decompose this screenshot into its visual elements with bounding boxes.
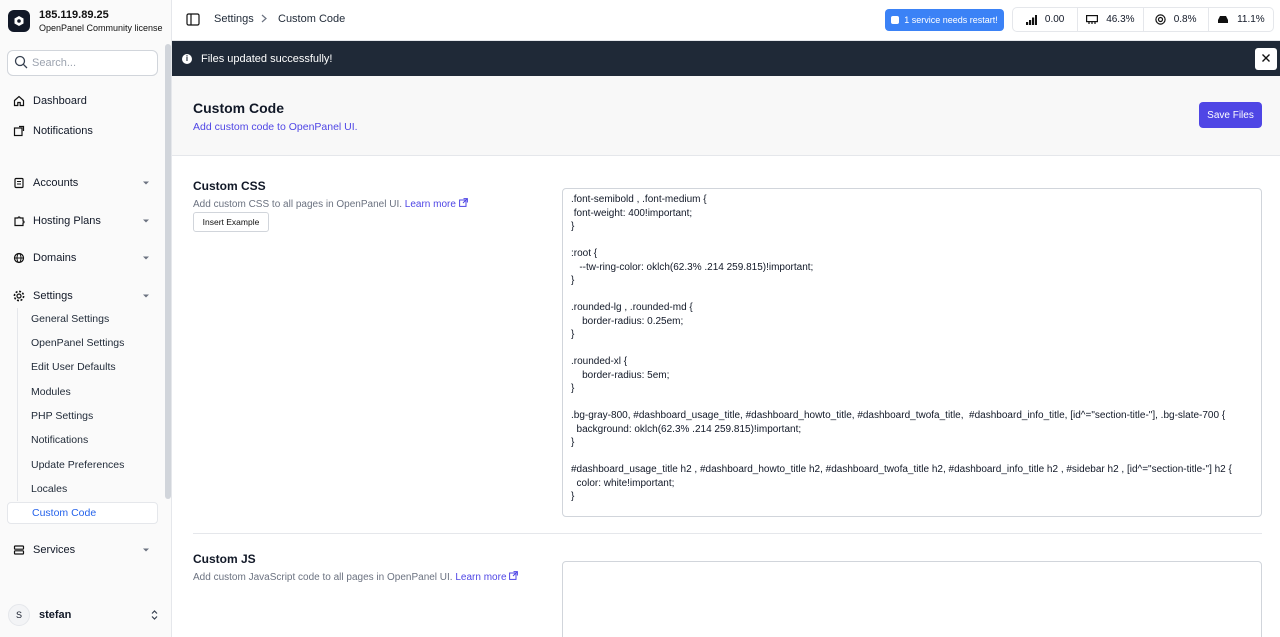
subnav-item-modules[interactable]: Modules — [24, 381, 158, 403]
subnav-item-php-settings[interactable]: PHP Settings — [24, 405, 158, 427]
learn-more-link[interactable]: Learn more — [404, 198, 468, 210]
chevron-right-icon — [261, 14, 267, 26]
sidebar-item-label: Domains — [33, 252, 77, 264]
learn-more-label: Learn more — [455, 572, 507, 583]
load-bars-icon — [1025, 14, 1037, 25]
license-label: OpenPanel Community license — [39, 23, 163, 33]
restart-icon — [891, 16, 900, 24]
sidebar-item-accounts[interactable]: Accounts — [8, 170, 158, 196]
external-link-icon — [458, 198, 468, 210]
chevron-down-icon — [142, 178, 150, 190]
brand[interactable]: 185.119.89.25 OpenPanel Community licens… — [8, 6, 168, 36]
custom-js-editor[interactable] — [562, 561, 1262, 637]
home-icon — [13, 95, 25, 107]
sidebar-item-label: Notifications — [33, 125, 93, 137]
stat-value: 0.00 — [1044, 14, 1065, 25]
external-link-icon — [13, 125, 25, 137]
subnav-item-general-settings[interactable]: General Settings — [24, 308, 158, 330]
learn-more-label: Learn more — [404, 199, 456, 210]
subnav-item-update-preferences[interactable]: Update Preferences — [24, 454, 158, 476]
page-title: Custom Code — [193, 100, 284, 116]
insert-example-button[interactable]: Insert Example — [193, 212, 269, 232]
custom-js-title: Custom JS — [193, 552, 256, 566]
sidebar-item-label: Hosting Plans — [33, 215, 101, 227]
subnav-item-edit-user-defaults[interactable]: Edit User Defaults — [24, 356, 158, 378]
external-link-icon — [509, 571, 519, 583]
user-name: stefan — [39, 609, 72, 621]
breadcrumb-current: Custom Code — [278, 13, 346, 25]
sidebar-item-services[interactable]: Services — [8, 537, 158, 563]
subnav-item-custom-code[interactable]: Custom Code — [7, 502, 158, 524]
alert-message: Files updated successfully! — [201, 52, 333, 65]
puzzle-icon — [13, 215, 25, 227]
gear-icon — [13, 290, 25, 302]
chevron-down-icon — [142, 216, 150, 228]
restart-service-button[interactable]: 1 service needs restart! — [885, 9, 1004, 31]
stat-value: 46.3% — [1106, 14, 1135, 25]
layers-icon — [13, 544, 25, 556]
top-bar: Settings Custom Code 1 service needs res… — [172, 0, 1280, 41]
custom-js-description: Add custom JavaScript code to all pages … — [193, 571, 519, 583]
subnav-item-openpanel-settings[interactable]: OpenPanel Settings — [24, 332, 158, 354]
custom-css-editor[interactable]: .font-semibold , .font-medium { font-wei… — [562, 188, 1262, 517]
stat-load[interactable]: 0.00 — [1013, 8, 1079, 31]
sidebar-item-label: Settings — [33, 290, 73, 302]
server-ip: 185.119.89.25 — [39, 9, 109, 21]
avatar: S — [8, 604, 30, 626]
search-input[interactable] — [32, 57, 142, 69]
stat-memory[interactable]: 46.3% — [1078, 8, 1144, 31]
description-text: Add custom CSS to all pages in OpenPanel… — [193, 199, 403, 210]
breadcrumb-settings[interactable]: Settings — [214, 13, 254, 25]
stat-value: 11.1% — [1237, 14, 1265, 25]
custom-css-description: Add custom CSS to all pages in OpenPanel… — [193, 198, 468, 210]
chevron-down-icon — [142, 545, 150, 557]
sidebar-item-notifications[interactable]: Notifications — [8, 118, 158, 144]
sidebar-item-settings[interactable]: Settings — [8, 283, 158, 309]
custom-css-title: Custom CSS — [193, 179, 266, 193]
subnav-item-locales[interactable]: Locales — [24, 478, 158, 500]
stat-disk[interactable]: 11.1% — [1209, 8, 1273, 31]
page-header: Custom Code Add custom code to OpenPanel… — [172, 76, 1280, 156]
user-menu[interactable]: S stefan — [8, 603, 163, 627]
settings-subnav-line — [17, 308, 18, 501]
close-alert-button[interactable] — [1255, 48, 1277, 70]
chevron-down-icon — [142, 291, 150, 303]
learn-more-link[interactable]: Learn more — [455, 571, 519, 583]
sidebar: 185.119.89.25 OpenPanel Community licens… — [0, 0, 172, 637]
chevron-up-down-icon — [150, 609, 159, 624]
section-divider — [193, 533, 1262, 534]
page-subtitle: Add custom code to OpenPanel UI. — [193, 121, 358, 133]
restart-label: 1 service needs restart! — [904, 15, 998, 25]
stat-value: 0.8% — [1173, 14, 1197, 25]
search-box[interactable] — [7, 50, 158, 76]
sidebar-scrollbar[interactable] — [165, 44, 171, 499]
sidebar-item-domains[interactable]: Domains — [8, 245, 158, 271]
search-icon — [14, 55, 28, 72]
openpanel-logo-icon — [8, 10, 30, 32]
close-icon — [1261, 53, 1271, 66]
description-text: Add custom JavaScript code to all pages … — [193, 572, 453, 583]
server-stats: 0.00 46.3% 0.8% 11.1% — [1012, 7, 1274, 32]
cpu-icon — [1155, 14, 1166, 25]
document-icon — [13, 177, 25, 189]
stat-cpu[interactable]: 0.8% — [1144, 8, 1209, 31]
success-alert: i Files updated successfully! — [172, 41, 1280, 76]
subnav-item-notifications[interactable]: Notifications — [24, 429, 158, 451]
sidebar-toggle-icon[interactable] — [186, 13, 200, 29]
sidebar-item-label: Dashboard — [33, 95, 87, 107]
sidebar-item-dashboard[interactable]: Dashboard — [8, 88, 158, 114]
disk-icon — [1217, 15, 1229, 24]
sidebar-item-label: Services — [33, 544, 76, 556]
sidebar-item-label: Accounts — [33, 177, 79, 189]
sidebar-item-hosting-plans[interactable]: Hosting Plans — [8, 208, 158, 234]
globe-icon — [13, 252, 25, 264]
save-files-button[interactable]: Save Files — [1199, 102, 1262, 128]
info-icon: i — [182, 53, 192, 64]
memory-icon — [1086, 15, 1099, 24]
chevron-down-icon — [142, 253, 150, 265]
